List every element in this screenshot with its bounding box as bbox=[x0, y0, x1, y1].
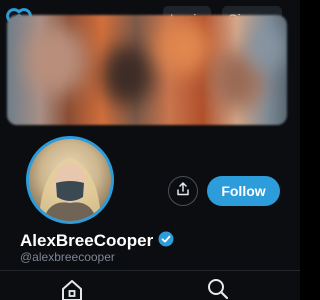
follow-button[interactable]: Follow bbox=[207, 176, 280, 206]
verified-badge-icon bbox=[158, 231, 174, 252]
share-icon bbox=[175, 181, 191, 202]
display-name: AlexBreeCooper bbox=[20, 231, 154, 250]
username: @alexbreecooper bbox=[20, 250, 115, 264]
share-button[interactable] bbox=[168, 176, 198, 206]
home-icon[interactable] bbox=[60, 278, 84, 300]
profile-banner-image bbox=[7, 15, 287, 125]
profile-name-row: AlexBreeCooper bbox=[20, 231, 174, 251]
avatar[interactable] bbox=[26, 136, 114, 224]
bottom-nav bbox=[0, 271, 300, 300]
search-icon[interactable] bbox=[206, 277, 230, 300]
